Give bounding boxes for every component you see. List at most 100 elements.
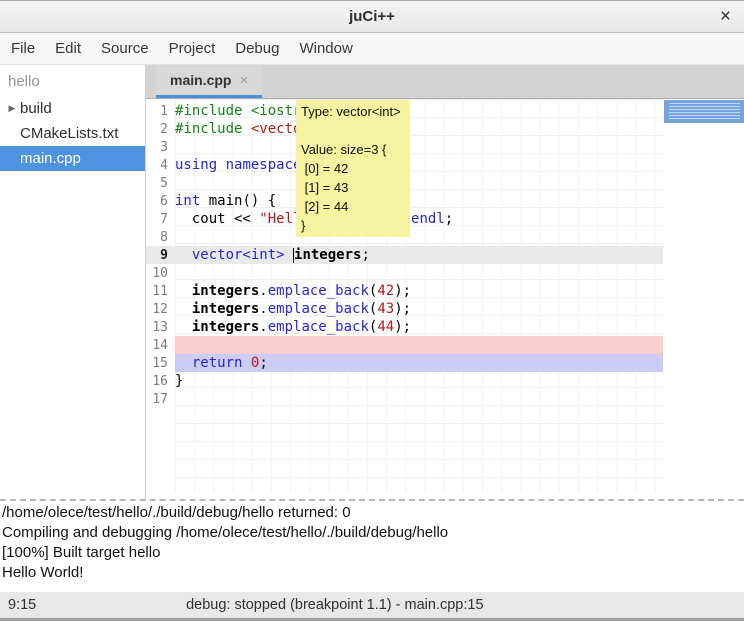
code-segment: integers	[192, 319, 259, 335]
code-segment	[175, 319, 192, 335]
code-segment: endl	[411, 211, 445, 227]
code-row[interactable]: 13 integers.emplace_back(44);	[146, 318, 663, 336]
menu-item-file[interactable]: File	[1, 35, 45, 62]
code-segment: #include	[175, 121, 251, 137]
code-segment: .	[259, 283, 267, 299]
code-row[interactable]: 17	[146, 390, 663, 408]
code-segment: emplace_back	[268, 283, 369, 299]
window-title: juCi++	[349, 8, 395, 25]
debug-status: debug: stopped (breakpoint 1.1) - main.c…	[186, 597, 483, 613]
menu-item-window[interactable]: Window	[289, 35, 362, 62]
minimap[interactable]	[664, 99, 744, 499]
tab-close-icon[interactable]: ×	[239, 72, 248, 89]
code-line[interactable]	[175, 336, 663, 354]
code-row[interactable]: 10	[146, 264, 663, 282]
code-row[interactable]: 16}	[146, 372, 663, 390]
project-name-label: hello	[0, 65, 145, 96]
code-line[interactable]: vector<int> integers;	[175, 246, 663, 264]
line-number[interactable]: 10	[146, 266, 175, 281]
code-line[interactable]	[175, 138, 663, 156]
menu-item-debug[interactable]: Debug	[225, 35, 289, 62]
code-line[interactable]	[175, 264, 663, 282]
code-segment: .	[259, 301, 267, 317]
status-bar: 9:15 debug: stopped (breakpoint 1.1) - m…	[0, 592, 744, 621]
window-close-icon[interactable]: ×	[720, 5, 731, 29]
code-segment	[175, 301, 192, 317]
terminal-line: Hello World!	[2, 563, 742, 583]
chevron-right-icon[interactable]: ▶	[4, 103, 20, 114]
line-number[interactable]: 5	[146, 176, 175, 191]
code-line[interactable]	[175, 390, 663, 408]
editor-pane: main.cpp × 1#include <iostream>2#include…	[146, 65, 744, 499]
code-line[interactable]: cout << "Hello World!" << endl;	[175, 210, 663, 228]
line-number[interactable]: 1	[146, 104, 175, 119]
debug-value-tooltip: Type: vector<int>Value: size=3 { [0] = 4…	[296, 100, 410, 237]
code-segment: .	[259, 319, 267, 335]
juci-window: juCi++ × FileEditSourceProjectDebugWindo…	[0, 0, 744, 621]
line-number[interactable]: 3	[146, 140, 175, 155]
terminal-output[interactable]: /home/olece/test/hello/./build/debug/hel…	[0, 499, 744, 592]
code-segment: 43	[377, 301, 394, 317]
line-number[interactable]: 6	[146, 194, 175, 209]
line-number[interactable]: 16	[146, 374, 175, 389]
code-line[interactable]: integers.emplace_back(42);	[175, 282, 663, 300]
tree-item-build[interactable]: ▶build	[0, 96, 145, 121]
window-titlebar: juCi++ ×	[0, 0, 744, 33]
cursor-position: 9:15	[8, 597, 36, 613]
menu-item-project[interactable]: Project	[159, 35, 226, 62]
code-segment: vector<int>	[192, 247, 285, 263]
tooltip-line	[301, 121, 405, 140]
line-number[interactable]: 9	[146, 248, 175, 263]
code-segment: return	[192, 355, 243, 371]
menu-item-edit[interactable]: Edit	[45, 35, 91, 62]
tree-item-label: build	[20, 100, 52, 117]
code-editor[interactable]: 1#include <iostream>2#include <vector>3 4…	[146, 99, 744, 499]
code-line[interactable]: #include <iostream>	[175, 102, 663, 120]
code-segment: ;	[361, 247, 369, 263]
code-row[interactable]: 11 integers.emplace_back(42);	[146, 282, 663, 300]
minimap-viewport[interactable]	[664, 100, 744, 123]
line-number[interactable]: 4	[146, 158, 175, 173]
code-segment: }	[175, 373, 183, 389]
tab-bar: main.cpp ×	[146, 65, 744, 99]
tooltip-line: Value: size=3 {	[301, 140, 405, 159]
code-segment: ;	[445, 211, 453, 227]
tree-item-main-cpp[interactable]: main.cpp	[0, 146, 145, 171]
tab-main-cpp[interactable]: main.cpp ×	[156, 65, 262, 98]
line-number[interactable]: 15	[146, 356, 175, 371]
code-segment	[175, 247, 192, 263]
line-number[interactable]: 17	[146, 392, 175, 407]
code-line[interactable]: }	[175, 372, 663, 390]
tree-item-cmakelists-txt[interactable]: CMakeLists.txt	[0, 121, 145, 146]
line-number[interactable]: 2	[146, 122, 175, 137]
code-line[interactable]	[175, 174, 663, 192]
line-number[interactable]: 13	[146, 320, 175, 335]
code-row[interactable]: 12 integers.emplace_back(43);	[146, 300, 663, 318]
tree-item-label: CMakeLists.txt	[20, 125, 118, 142]
line-number[interactable]: 7	[146, 212, 175, 227]
code-line[interactable]: integers.emplace_back(43);	[175, 300, 663, 318]
line-number[interactable]: 14	[146, 338, 175, 353]
code-segment: emplace_back	[268, 301, 369, 317]
code-row[interactable]: 15 return 0;	[146, 354, 663, 372]
line-number[interactable]: 11	[146, 284, 175, 299]
code-line[interactable]: return 0;	[175, 354, 663, 372]
tooltip-line: Type: vector<int>	[301, 102, 405, 121]
code-line[interactable]: #include <vector>	[175, 120, 663, 138]
code-line[interactable]: integers.emplace_back(44);	[175, 318, 663, 336]
menu-item-source[interactable]: Source	[91, 35, 159, 62]
file-tree-panel: hello ▶build CMakeLists.txt main.cpp	[0, 65, 146, 499]
code-line[interactable]	[175, 228, 663, 246]
line-number[interactable]: 12	[146, 302, 175, 317]
main-area: hello ▶build CMakeLists.txt main.cpp main.…	[0, 65, 744, 499]
code-segment: main() {	[200, 193, 276, 209]
code-row[interactable]: 9 vector<int> integers;	[146, 246, 663, 264]
code-line[interactable]: using namespace std;	[175, 156, 663, 174]
code-segment	[175, 283, 192, 299]
line-number[interactable]: 8	[146, 230, 175, 245]
file-tree: ▶build CMakeLists.txt main.cpp	[0, 96, 145, 171]
terminal-line: [100%] Built target hello	[2, 543, 742, 563]
code-line[interactable]: int main() {	[175, 192, 663, 210]
code-row[interactable]: 14	[146, 336, 663, 354]
tree-item-label: main.cpp	[20, 150, 81, 167]
